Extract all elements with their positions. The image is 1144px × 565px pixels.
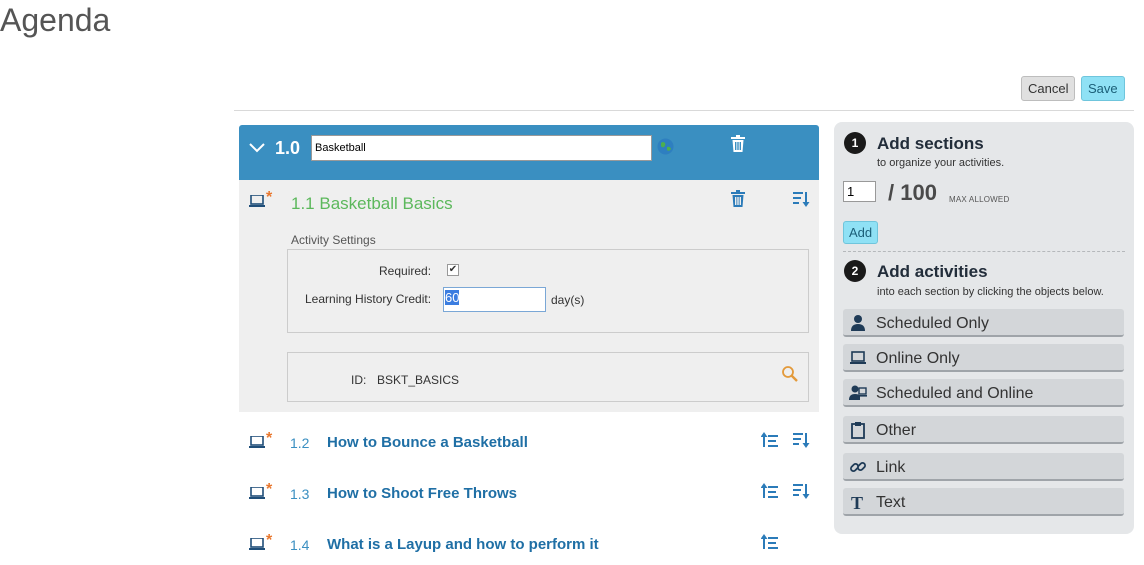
required-checkbox[interactable]: ✔ [447,264,459,276]
cancel-button[interactable]: Cancel [1021,76,1076,101]
move-up-icon[interactable] [761,533,779,551]
credit-label: Learning History Credit: [305,292,432,306]
laptop-icon [850,351,866,364]
online-activity-icon: * [249,189,275,211]
activity-title[interactable]: What is a Layup and how to perform it [327,536,599,553]
delete-activity-icon[interactable] [730,190,746,208]
activity-type-label: Link [876,459,906,476]
add-link-button[interactable]: Link [843,453,1124,481]
expanded-activity: * 1.1 Basketball Basics Activity Setting… [239,180,819,412]
credit-input[interactable]: 60 [443,287,546,312]
clipboard-icon [851,422,865,439]
activity-type-label: Other [876,422,917,439]
list-item: * 1.4 What is a Layup and how to perform… [239,525,819,565]
max-count: / 100 [888,180,937,205]
activity-title[interactable]: How to Bounce a Basketball [327,434,528,451]
step-2-badge: 2 [844,260,866,282]
person-icon [851,315,865,331]
add-section-button[interactable]: Add [843,221,879,244]
person-laptop-icon [849,385,867,400]
online-activity-icon: * [249,532,275,554]
activity-number: 1.2 [290,435,310,451]
credit-unit: day(s) [551,293,585,307]
add-scheduled-and-online-button[interactable]: Scheduled and Online [843,379,1124,407]
divider [843,251,1125,252]
id-value: BSKT_BASICS [377,373,460,387]
activity-type-label: Online Only [876,350,960,367]
activity-number: 1.4 [290,537,310,553]
activity-title[interactable]: 1.1 Basketball Basics [291,194,453,214]
divider [234,110,1134,111]
link-icon [850,462,866,472]
activity-settings-label: Activity Settings [291,233,376,247]
add-other-button[interactable]: Other [843,416,1124,444]
add-online-only-button[interactable]: Online Only [843,344,1124,372]
section-header: 1.0 [239,125,819,180]
activity-number: 1.3 [290,486,310,502]
text-icon: T [851,493,863,511]
max-allowed-label: MAX ALLOWED [949,195,1010,204]
agenda-list: 1.0 * 1.1 Basketball Basics [239,125,819,564]
section-number: 1.0 [275,138,301,158]
section-count-input[interactable] [843,181,876,202]
id-box: ID: BSKT_BASICS [287,352,809,402]
list-item: * 1.3 How to Shoot Free Throws [239,474,819,514]
activity-settings-box: Required: ✔ Learning History Credit: 60 … [287,249,809,333]
online-activity-icon: * [249,430,275,452]
add-scheduled-only-button[interactable]: Scheduled Only [843,309,1124,337]
step-1-subtitle: to organize your activities. [877,157,1005,169]
step-1-title: Add sections [877,134,984,153]
id-label: ID: [351,373,367,387]
section-name-input[interactable] [311,135,652,161]
add-panel: 1 Add sections to organize your activiti… [834,122,1134,534]
svg-text:T: T [851,493,863,511]
activity-title[interactable]: How to Shoot Free Throws [327,485,517,502]
delete-section-icon[interactable] [730,135,746,153]
credit-value: 60 [445,290,460,305]
activity-type-label: Scheduled Only [876,315,989,332]
step-1-badge: 1 [844,132,866,154]
save-button[interactable]: Save [1081,76,1125,101]
add-text-button[interactable]: T Text [843,488,1124,516]
step-2-subtitle: into each section by clicking the object… [877,286,1104,298]
move-down-icon[interactable] [792,431,810,449]
move-down-icon[interactable] [792,190,810,208]
step-2-title: Add activities [877,262,988,281]
move-up-icon[interactable] [761,431,779,449]
required-label: Required: [379,264,432,278]
globe-icon[interactable] [657,138,674,155]
move-down-icon[interactable] [792,482,810,500]
page-title: Agenda [0,2,111,38]
chevron-down-icon[interactable] [248,139,266,157]
online-activity-icon: * [249,481,275,503]
search-icon[interactable] [781,365,799,383]
activity-type-label: Text [876,494,906,511]
move-up-icon[interactable] [761,482,779,500]
list-item: * 1.2 How to Bounce a Basketball [239,423,819,463]
activity-type-label: Scheduled and Online [876,385,1034,402]
